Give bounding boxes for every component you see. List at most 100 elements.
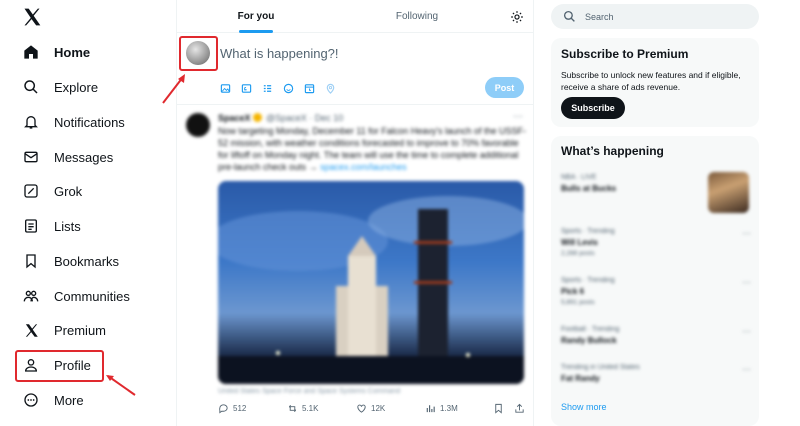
tweet-handle[interactable]: @SpaceX (266, 113, 307, 123)
envelope-icon (22, 148, 40, 166)
trend-category: Football · Trending (561, 326, 620, 333)
sidebar-item-more[interactable]: More (22, 385, 84, 415)
right-sidebar: Subscribe to Premium Subscribe to unlock… (551, 0, 761, 426)
trend-post-count: 5,891 posts (561, 299, 595, 306)
search-input[interactable] (585, 8, 745, 25)
trend-title: Will Levis (561, 238, 598, 247)
sidebar-item-explore[interactable]: Explore (22, 72, 98, 102)
sidebar-item-notifications[interactable]: Notifications (22, 107, 125, 137)
trend-category: Sports · Trending (561, 277, 615, 284)
tab-following[interactable]: Following (335, 0, 499, 33)
whats-happening-title: What’s happening (561, 144, 664, 158)
location-icon[interactable] (325, 83, 336, 94)
show-more-link[interactable]: Show more (561, 402, 607, 412)
left-sidebar: Home Explore Notifications Messages Grok (0, 0, 175, 426)
repost-button[interactable]: 5.1K (287, 403, 318, 414)
sidebar-item-label: Premium (54, 322, 107, 338)
compose-input[interactable]: What is happening?! (220, 46, 339, 61)
sidebar-item-home[interactable]: Home (22, 37, 90, 67)
bookmark-icon (22, 252, 40, 270)
poll-icon[interactable] (262, 83, 273, 94)
image-icon[interactable] (220, 83, 231, 94)
people-icon (22, 287, 40, 305)
sidebar-item-messages[interactable]: Messages (22, 142, 113, 172)
sidebar-item-lists[interactable]: Lists (22, 211, 81, 241)
trend-item[interactable]: Football · Trending Randy Bullock ··· (561, 326, 751, 345)
sidebar-item-label: Explore (54, 79, 99, 95)
post-button[interactable]: Post (485, 77, 524, 98)
sidebar-item-label: Grok (54, 183, 83, 199)
tweet-avatar[interactable] (186, 113, 210, 137)
tweet-link[interactable]: spacex.com/launches (320, 162, 407, 172)
sidebar-item-label: Home (54, 44, 91, 60)
media-caption: United States Space Force and Space Syst… (218, 388, 401, 395)
trend-item[interactable]: Sports · Trending Will Levis 2,288 posts… (561, 228, 751, 257)
emoji-icon[interactable] (283, 83, 294, 94)
profile-highlight-box (15, 350, 104, 382)
tweet-media-image[interactable] (218, 181, 524, 384)
gear-icon[interactable] (510, 10, 524, 24)
trend-item[interactable]: Trending in United States Fat Randy ··· (561, 364, 751, 383)
tweet-author-name[interactable]: SpaceX (218, 113, 251, 123)
reply-icon (219, 404, 228, 414)
search-icon (22, 78, 40, 96)
compose-box: What is happening?! Post (162, 33, 534, 105)
sidebar-item-premium[interactable]: Premium (22, 315, 106, 345)
sidebar-item-grok[interactable]: Grok (22, 176, 82, 206)
gif-icon[interactable] (241, 83, 252, 94)
schedule-icon[interactable] (304, 83, 315, 94)
tweet-text: Now targeting Monday, December 11 for Fa… (218, 125, 528, 173)
views-count: 1.3M (440, 404, 458, 413)
verified-badge-icon (252, 113, 262, 122)
sidebar-item-label: Bookmarks (54, 253, 120, 269)
share-icon[interactable] (514, 403, 525, 414)
avatar-arrow-icon (162, 74, 185, 104)
sidebar-item-label: Lists (54, 218, 81, 234)
premium-title: Subscribe to Premium (561, 47, 689, 61)
more-circle-icon (22, 391, 40, 409)
sidebar-item-bookmarks[interactable]: Bookmarks (22, 246, 119, 276)
reply-count: 512 (233, 404, 247, 413)
more-options-icon[interactable]: ··· (742, 326, 751, 336)
trend-title: Randy Bullock (561, 336, 617, 345)
repost-count: 5.1K (302, 404, 319, 413)
subscribe-button[interactable]: Subscribe (561, 97, 625, 119)
whats-happening-card: What’s happening NBA · LIVE Bulls at Buc… (551, 136, 759, 426)
trend-title: Fat Randy (561, 374, 600, 383)
tweet-header: SpaceX @SpaceX · Dec 10 (218, 113, 344, 123)
views-button[interactable]: 1.3M (425, 403, 458, 414)
more-options-icon[interactable]: ··· (742, 277, 751, 287)
like-count: 12K (371, 404, 386, 413)
timeline-column: For you Following What is happening?! Po… (162, 0, 534, 426)
heart-icon (357, 404, 366, 413)
home-icon (22, 43, 40, 61)
search-bar[interactable] (551, 4, 759, 29)
trend-thumbnail-image[interactable] (708, 172, 749, 213)
x-logo-icon (22, 321, 40, 339)
timeline-tabs: For you Following (177, 0, 534, 33)
more-options-icon[interactable]: ··· (513, 111, 523, 122)
more-options-icon[interactable]: ··· (742, 364, 751, 374)
sidebar-item-label: Notifications (54, 114, 125, 130)
tab-for-you[interactable]: For you (177, 0, 335, 33)
search-icon (563, 10, 575, 22)
premium-card: Subscribe to Premium Subscribe to unlock… (551, 38, 759, 127)
more-options-icon[interactable]: ··· (742, 228, 751, 238)
tweet-date[interactable]: Dec 10 (315, 113, 344, 123)
grok-icon (22, 182, 40, 200)
like-button[interactable]: 12K (356, 403, 385, 414)
bookmark-icon[interactable] (493, 403, 504, 414)
rocket-launch-image (218, 196, 524, 384)
trend-item[interactable]: Sports · Trending Pick 6 5,891 posts ··· (561, 277, 751, 306)
trend-title: Pick 6 (561, 287, 585, 296)
tweet-actions: 512 5.1K 12K 1.3M (218, 403, 528, 417)
x-home-page: Home Explore Notifications Messages Grok (0, 0, 800, 426)
profile-arrow-icon (106, 375, 136, 396)
sidebar-item-label: Messages (54, 149, 114, 165)
list-icon (22, 217, 40, 235)
x-logo-icon[interactable] (22, 7, 42, 27)
reply-button[interactable]: 512 (218, 403, 246, 414)
tweet-card[interactable]: SpaceX @SpaceX · Dec 10 ··· Now targetin… (177, 105, 534, 426)
avatar-highlight-box (179, 36, 218, 71)
sidebar-item-communities[interactable]: Communities (22, 281, 130, 311)
